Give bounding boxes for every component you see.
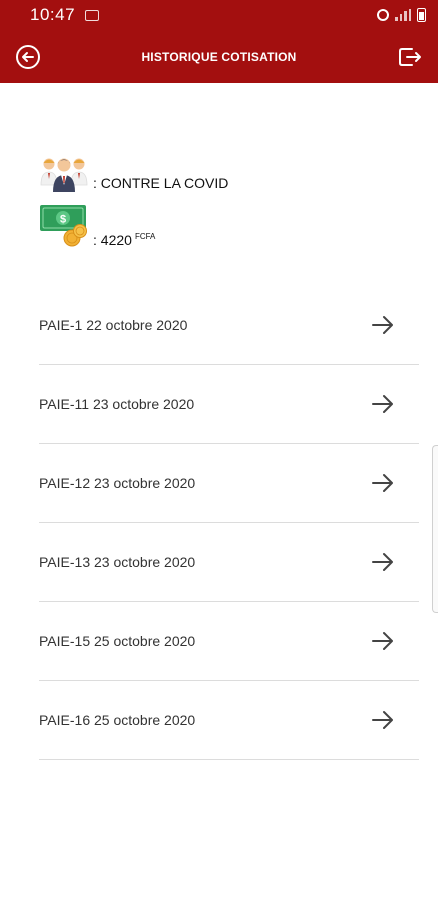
alarm-icon <box>377 9 389 21</box>
logout-icon <box>399 48 421 66</box>
arrow-right-icon[interactable] <box>370 628 396 654</box>
app-bar: HISTORIQUE COTISATION <box>0 30 438 83</box>
status-bar: 10:47 <box>0 0 438 30</box>
back-arrow-circle-icon <box>16 45 40 69</box>
status-icons <box>377 8 426 22</box>
summary-panel: : CONTRE LA COVID $ : 4220 FCFA <box>39 147 228 249</box>
arrow-right-icon[interactable] <box>370 549 396 575</box>
arrow-right-icon[interactable] <box>370 707 396 733</box>
back-button[interactable] <box>14 43 42 71</box>
signal-icon <box>395 9 411 21</box>
status-time: 10:47 <box>30 5 76 24</box>
arrow-right-icon[interactable] <box>370 470 396 496</box>
amount-row: $ : 4220 FCFA <box>39 201 228 249</box>
payment-label: PAIE-13 23 octobre 2020 <box>39 554 196 570</box>
payment-label: PAIE-11 23 octobre 2020 <box>39 396 195 412</box>
amount-text: : 4220 <box>93 232 132 248</box>
battery-icon <box>417 8 426 22</box>
svg-text:$: $ <box>60 214 66 226</box>
campaign-row: : CONTRE LA COVID <box>39 147 228 193</box>
page-title: HISTORIQUE COTISATION <box>141 49 297 64</box>
payment-label: PAIE-15 25 octobre 2020 <box>39 633 196 649</box>
payment-label: PAIE-12 23 octobre 2020 <box>39 475 196 491</box>
list-item[interactable]: PAIE-12 23 octobre 2020 <box>39 444 419 523</box>
list-item[interactable]: PAIE-11 23 octobre 2020 <box>39 365 419 444</box>
currency-label: FCFA <box>134 232 156 242</box>
edge-panel-handle[interactable] <box>432 445 438 613</box>
payment-label: PAIE-1 22 octobre 2020 <box>39 317 188 333</box>
amount-value: : 4220 FCFA <box>93 232 155 248</box>
arrow-right-icon[interactable] <box>370 312 396 338</box>
list-item[interactable]: PAIE-13 23 octobre 2020 <box>39 523 419 602</box>
list-item[interactable]: PAIE-15 25 octobre 2020 <box>39 602 419 681</box>
arrow-right-icon[interactable] <box>370 391 396 417</box>
logout-button[interactable] <box>396 43 424 71</box>
list-item[interactable]: PAIE-16 25 octobre 2020 <box>39 681 419 760</box>
notification-icon <box>85 9 100 21</box>
payment-list: PAIE-1 22 octobre 2020 PAIE-11 23 octobr… <box>39 286 419 760</box>
people-group-icon <box>40 158 88 192</box>
list-item[interactable]: PAIE-1 22 octobre 2020 <box>39 286 419 365</box>
payment-label: PAIE-16 25 octobre 2020 <box>39 712 196 728</box>
campaign-label: : CONTRE LA COVID <box>93 175 229 191</box>
money-coins-icon: $ <box>40 205 87 247</box>
